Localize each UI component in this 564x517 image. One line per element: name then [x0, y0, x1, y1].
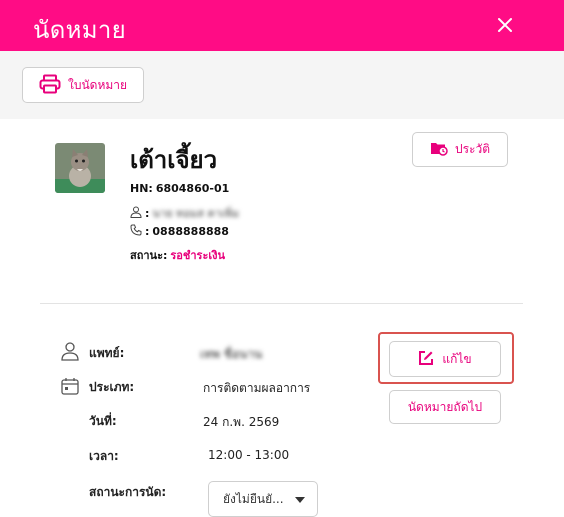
print-appointment-label: ใบนัดหมาย — [67, 77, 128, 92]
history-icon — [430, 140, 448, 159]
close-icon[interactable] — [490, 10, 520, 40]
print-appointment-button[interactable]: ใบนัดหมาย — [22, 67, 144, 103]
owner-name: นาย ทอมส คาเพิ่ม — [152, 207, 240, 220]
owner-line: : นาย ทอมส คาเพิ่ม — [130, 204, 239, 222]
time-value: 12:00 - 13:00 — [208, 448, 290, 462]
phone-icon — [130, 224, 142, 239]
phone-number: 0888888888 — [152, 225, 229, 238]
user-icon — [130, 206, 142, 221]
history-button[interactable]: ประวัติ — [412, 132, 508, 167]
pet-name: เต้าเจี้ยว — [130, 146, 218, 174]
modal-title: นัดหมาย — [33, 16, 126, 44]
date-label: วันที่: — [89, 414, 117, 428]
patient-status-label: สถานะ: — [130, 249, 168, 262]
edit-button[interactable]: แก้ไข — [389, 341, 501, 377]
toolbar: ใบนัดหมาย — [0, 51, 564, 119]
chevron-down-icon — [295, 497, 305, 503]
hn-line: HN: 6804860-01 — [130, 182, 229, 195]
next-appointment-label: นัดหมายถัดไป — [407, 399, 483, 414]
next-appointment-button[interactable]: นัดหมายถัดไป — [389, 390, 501, 424]
printer-icon — [39, 74, 61, 97]
edit-label: แก้ไข — [442, 351, 472, 366]
doctor-label: แพทย์: — [89, 346, 125, 360]
history-label: ประวัติ — [454, 142, 491, 156]
divider — [40, 303, 523, 304]
patient-status-value: รอชำระเงิน — [170, 249, 226, 262]
hn-label: HN: — [130, 182, 153, 195]
appointment-status-label: สถานะการนัด: — [89, 485, 167, 499]
calendar-icon — [60, 376, 80, 400]
user-icon — [60, 341, 80, 365]
patient-status-line: สถานะ: รอชำระเงิน — [130, 246, 225, 264]
modal-header: นัดหมาย — [0, 0, 564, 51]
phone-line: : 0888888888 — [130, 224, 229, 239]
appointment-status-selected: ยังไม่ยืนยั... — [223, 491, 284, 506]
doctor-value: เทพ ชื่อนาน — [200, 347, 263, 361]
type-value: การติดตามผลอาการ — [203, 381, 311, 395]
type-label: ประเภท: — [89, 380, 135, 394]
time-label: เวลา: — [89, 449, 119, 463]
date-value: 24 ก.พ. 2569 — [203, 415, 280, 429]
appointment-status-select[interactable]: ยังไม่ยืนยั... — [208, 481, 318, 517]
edit-icon — [418, 350, 434, 369]
pet-photo — [55, 143, 105, 193]
hn-value: 6804860-01 — [155, 182, 230, 195]
